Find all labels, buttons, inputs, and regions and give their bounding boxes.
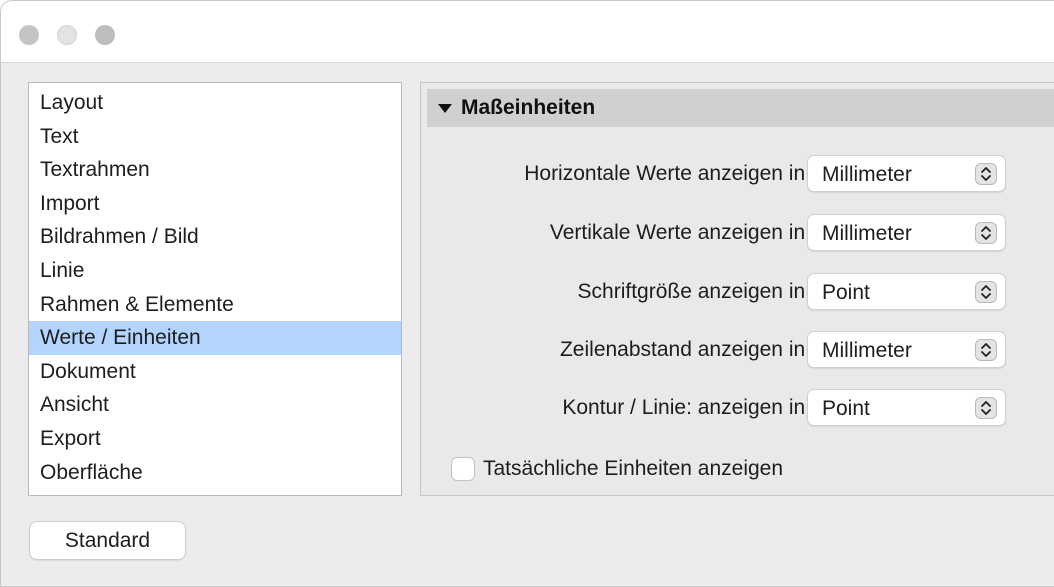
stroke-line-units-row: Kontur / Linie: anzeigen in: Point [421,388,1021,428]
line-spacing-units-select[interactable]: Millimeter [807,331,1006,368]
actual-units-option: Tatsächliche Einheiten anzeigen [451,455,783,483]
horizontal-units-row: Horizontale Werte anzeigen in: Millimete… [421,154,1021,194]
up-down-chevron-icon [975,222,997,244]
section-header[interactable]: Maßeinheiten [427,89,1054,127]
sidebar-item-text[interactable]: Text [29,120,401,154]
font-size-units-select[interactable]: Point [807,273,1006,310]
sidebar-item-ansicht[interactable]: Ansicht [29,388,401,422]
horizontal-units-select[interactable]: Millimeter [807,155,1006,192]
stroke-line-units-label: Kontur / Linie: anzeigen in: [562,396,811,419]
actual-units-checkbox[interactable] [451,457,475,481]
actual-units-label[interactable]: Tatsächliche Einheiten anzeigen [483,457,783,481]
line-spacing-units-value: Millimeter [822,339,912,362]
close-window-button[interactable] [19,25,39,45]
stroke-line-units-select[interactable]: Point [807,389,1006,426]
up-down-chevron-icon [975,397,997,419]
section-title: Maßeinheiten [461,96,596,119]
minimize-window-button[interactable] [57,25,77,45]
sidebar-item-bildrahmen-bild[interactable]: Bildrahmen / Bild [29,220,401,254]
title-bar [1,1,1054,63]
sidebar-item-export[interactable]: Export [29,422,401,456]
sidebar-item-textrahmen[interactable]: Textrahmen [29,153,401,187]
sidebar-item-oberflaeche[interactable]: Oberfläche [29,456,401,490]
line-spacing-units-label: Zeilenabstand anzeigen in: [559,338,811,361]
font-size-units-value: Point [822,281,870,304]
up-down-chevron-icon [975,281,997,303]
horizontal-units-label: Horizontale Werte anzeigen in: [524,162,811,185]
font-size-units-label: Schriftgröße anzeigen in: [577,280,811,303]
stroke-line-units-value: Point [822,397,870,420]
up-down-chevron-icon [975,163,997,185]
font-size-units-row: Schriftgröße anzeigen in: Point [421,272,1021,312]
sidebar-item-layout[interactable]: Layout [29,86,401,120]
vertical-units-row: Vertikale Werte anzeigen in: Millimeter [421,213,1021,253]
disclosure-triangle-down-icon[interactable] [438,103,452,113]
line-spacing-units-row: Zeilenabstand anzeigen in: Millimeter [421,330,1021,370]
sidebar-item-linie[interactable]: Linie [29,254,401,288]
settings-panel: Maßeinheiten Horizontale Werte anzeigen … [420,82,1054,496]
vertical-units-value: Millimeter [822,222,912,245]
sidebar-item-dokument[interactable]: Dokument [29,355,401,389]
preferences-window: Layout Text Textrahmen Import Bildrahmen… [0,0,1054,587]
sidebar-item-werte-einheiten[interactable]: Werte / Einheiten [29,321,401,355]
vertical-units-select[interactable]: Millimeter [807,214,1006,251]
up-down-chevron-icon [975,339,997,361]
zoom-window-button[interactable] [95,25,115,45]
preferences-category-list: Layout Text Textrahmen Import Bildrahmen… [28,82,402,496]
horizontal-units-value: Millimeter [822,163,912,186]
sidebar-item-import[interactable]: Import [29,187,401,221]
standard-button[interactable]: Standard [29,521,186,560]
sidebar-item-rahmen-elemente[interactable]: Rahmen & Elemente [29,288,401,322]
vertical-units-label: Vertikale Werte anzeigen in: [549,221,811,244]
